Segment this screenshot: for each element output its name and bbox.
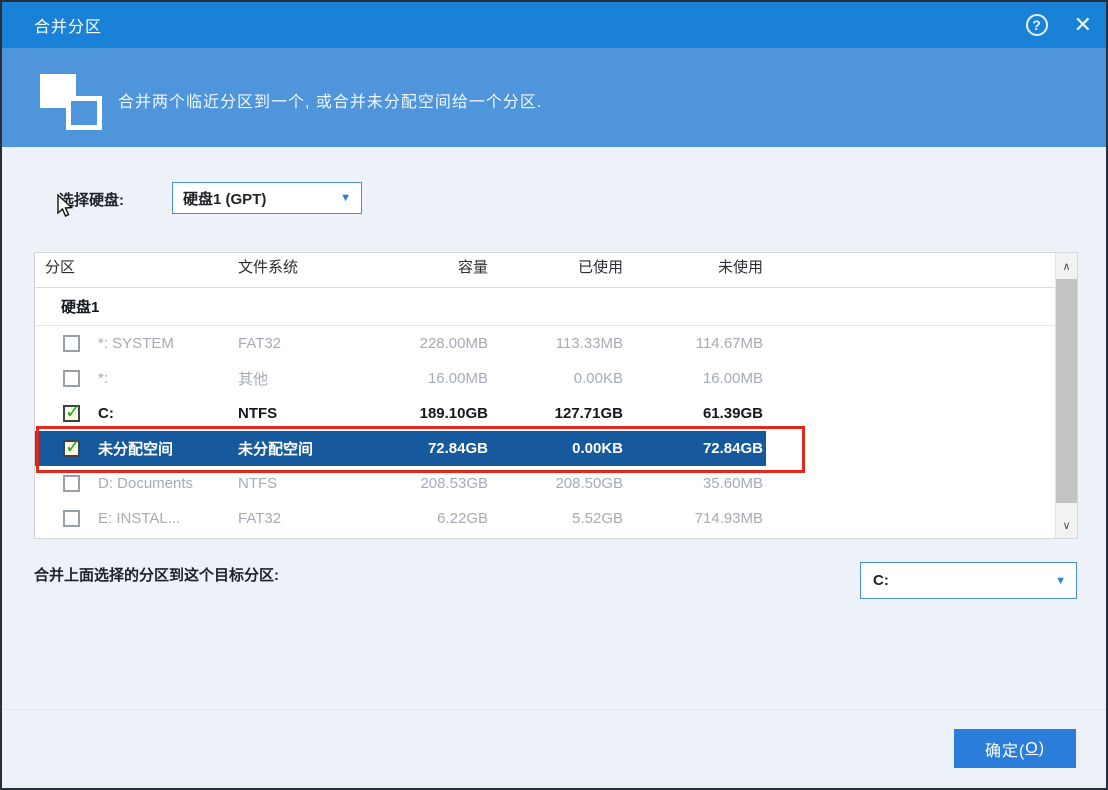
chevron-down-icon: ▼: [340, 192, 351, 204]
partition-name: D: Documents: [85, 475, 235, 492]
partition-capacity: 228.00MB: [365, 335, 488, 352]
merge-partitions-icon: [40, 74, 106, 134]
table-row-selected[interactable]: ✓ 未分配空间 未分配空间 72.84GB 0.00KB 72.84GB: [35, 431, 1055, 466]
scrollbar-track[interactable]: [1056, 279, 1077, 512]
table-header-row: 分区 文件系统 容量 已使用 未使用: [35, 253, 1055, 288]
table-row[interactable]: ✓ *: SYSTEM FAT32 228.00MB 113.33MB 114.…: [35, 326, 1055, 361]
partition-capacity: 16.00MB: [365, 370, 488, 387]
footer-divider: [2, 709, 1106, 710]
partition-unused: 72.84GB: [623, 440, 763, 457]
row-checkbox-checked[interactable]: ✓: [63, 405, 80, 422]
row-checkbox[interactable]: ✓: [63, 510, 80, 527]
partition-fs: 未分配空间: [235, 438, 365, 459]
vertical-scrollbar[interactable]: ∧ ∨: [1055, 253, 1077, 538]
ok-button[interactable]: 确定(O): [954, 729, 1076, 768]
table-row[interactable]: ✓ D: Documents NTFS 208.53GB 208.50GB 35…: [35, 466, 1055, 501]
partition-name: E: INSTAL...: [85, 510, 235, 527]
partition-name: 未分配空间: [85, 438, 235, 459]
target-partition-dropdown[interactable]: C: ▼: [860, 562, 1077, 599]
partition-unused: 114.67MB: [623, 335, 763, 352]
partition-unused: 61.39GB: [623, 405, 763, 422]
partition-capacity: 72.84GB: [365, 440, 488, 457]
help-icon[interactable]: ?: [1026, 14, 1048, 36]
partition-fs: 其他: [235, 368, 365, 389]
table-row[interactable]: ✓ E: INSTAL... FAT32 6.22GB 5.52GB 714.9…: [35, 501, 1055, 536]
partition-used: 5.52GB: [488, 510, 623, 527]
partition-used: 208.50GB: [488, 475, 623, 492]
dialog-title: 合并分区: [34, 13, 102, 37]
col-header-capacity[interactable]: 容量: [365, 256, 488, 277]
col-header-used[interactable]: 已使用: [488, 256, 623, 277]
merge-partition-dialog: 合并分区 ? ✕ 合并两个临近分区到一个, 或合并未分配空间给一个分区. 选择硬…: [0, 0, 1108, 790]
disk-select-value: 硬盘1 (GPT): [183, 188, 266, 209]
partition-table-body: 分区 文件系统 容量 已使用 未使用 硬盘1 ✓ *: SYSTEM FAT32…: [35, 253, 1055, 538]
row-checkbox[interactable]: ✓: [63, 370, 80, 387]
partition-fs: FAT32: [235, 510, 365, 527]
partition-used: 0.00KB: [488, 440, 623, 457]
partition-name: *: SYSTEM: [85, 335, 235, 352]
partition-used: 113.33MB: [488, 335, 623, 352]
partition-used: 127.71GB: [488, 405, 623, 422]
table-row[interactable]: ✓ *: 其他 16.00MB 0.00KB 16.00MB: [35, 361, 1055, 396]
scroll-up-icon[interactable]: ∧: [1056, 253, 1077, 279]
partition-fs: NTFS: [235, 475, 365, 492]
partition-capacity: 189.10GB: [365, 405, 488, 422]
partition-fs: FAT32: [235, 335, 365, 352]
partition-unused: 16.00MB: [623, 370, 763, 387]
close-icon[interactable]: ✕: [1074, 14, 1092, 36]
col-header-unused[interactable]: 未使用: [623, 256, 763, 277]
partition-table: 分区 文件系统 容量 已使用 未使用 硬盘1 ✓ *: SYSTEM FAT32…: [34, 252, 1078, 539]
partition-unused: 714.93MB: [623, 510, 763, 527]
banner-description: 合并两个临近分区到一个, 或合并未分配空间给一个分区.: [118, 88, 542, 112]
row-checkbox[interactable]: ✓: [63, 475, 80, 492]
col-header-filesystem[interactable]: 文件系统: [235, 256, 365, 277]
disk-group-header: 硬盘1: [35, 288, 1055, 326]
disk-select-dropdown[interactable]: 硬盘1 (GPT) ▼: [172, 182, 362, 214]
partition-used: 0.00KB: [488, 370, 623, 387]
chevron-down-icon: ▼: [1055, 575, 1066, 587]
partition-capacity: 208.53GB: [365, 475, 488, 492]
partition-fs: NTFS: [235, 405, 365, 422]
row-checkbox[interactable]: ✓: [63, 335, 80, 352]
target-partition-value: C:: [873, 572, 889, 589]
partition-capacity: 6.22GB: [365, 510, 488, 527]
disk-selector-label: 选择硬盘:: [59, 189, 124, 210]
partition-unused: 35.60MB: [623, 475, 763, 492]
scrollbar-thumb[interactable]: [1056, 279, 1077, 503]
banner: 合并两个临近分区到一个, 或合并未分配空间给一个分区.: [2, 48, 1106, 147]
title-bar: 合并分区 ? ✕: [2, 2, 1106, 48]
titlebar-controls: ? ✕: [1026, 2, 1092, 48]
partition-name: C:: [85, 405, 235, 422]
table-row[interactable]: ✓ C: NTFS 189.10GB 127.71GB 61.39GB: [35, 396, 1055, 431]
partition-name: *:: [85, 370, 235, 387]
scroll-down-icon[interactable]: ∨: [1056, 512, 1077, 538]
col-header-partition[interactable]: 分区: [35, 256, 235, 277]
row-checkbox-checked[interactable]: ✓: [63, 440, 80, 457]
target-partition-label: 合并上面选择的分区到这个目标分区:: [34, 564, 279, 585]
